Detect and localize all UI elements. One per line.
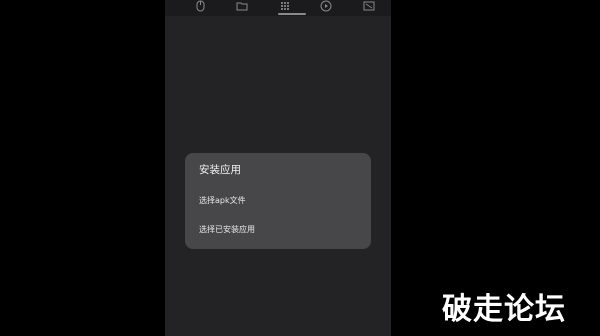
tab-play[interactable] <box>316 0 336 12</box>
mouse-icon <box>196 0 204 12</box>
dialog-title: 安装应用 <box>199 164 241 176</box>
select-apk-file-option[interactable]: 选择apk文件 <box>185 190 371 212</box>
folder-icon <box>236 2 248 11</box>
top-toolbar <box>165 0 391 16</box>
tab-apps[interactable] <box>275 0 295 12</box>
watermark: 破走论坛 <box>442 292 566 327</box>
active-tab-indicator <box>278 13 306 15</box>
tab-display[interactable] <box>359 0 379 12</box>
tab-files[interactable] <box>232 0 252 12</box>
apps-grid-icon <box>281 2 289 10</box>
option-label: 选择apk文件 <box>199 196 246 205</box>
select-installed-app-option[interactable]: 选择已安装应用 <box>185 219 371 241</box>
install-app-dialog: 安装应用 选择apk文件 选择已安装应用 <box>185 153 371 249</box>
stage: 安装应用 选择apk文件 选择已安装应用 破走论坛 <box>0 0 600 336</box>
tab-mouse[interactable] <box>190 0 210 12</box>
option-label: 选择已安装应用 <box>199 225 255 234</box>
display-icon <box>363 1 375 11</box>
play-icon <box>320 0 332 12</box>
